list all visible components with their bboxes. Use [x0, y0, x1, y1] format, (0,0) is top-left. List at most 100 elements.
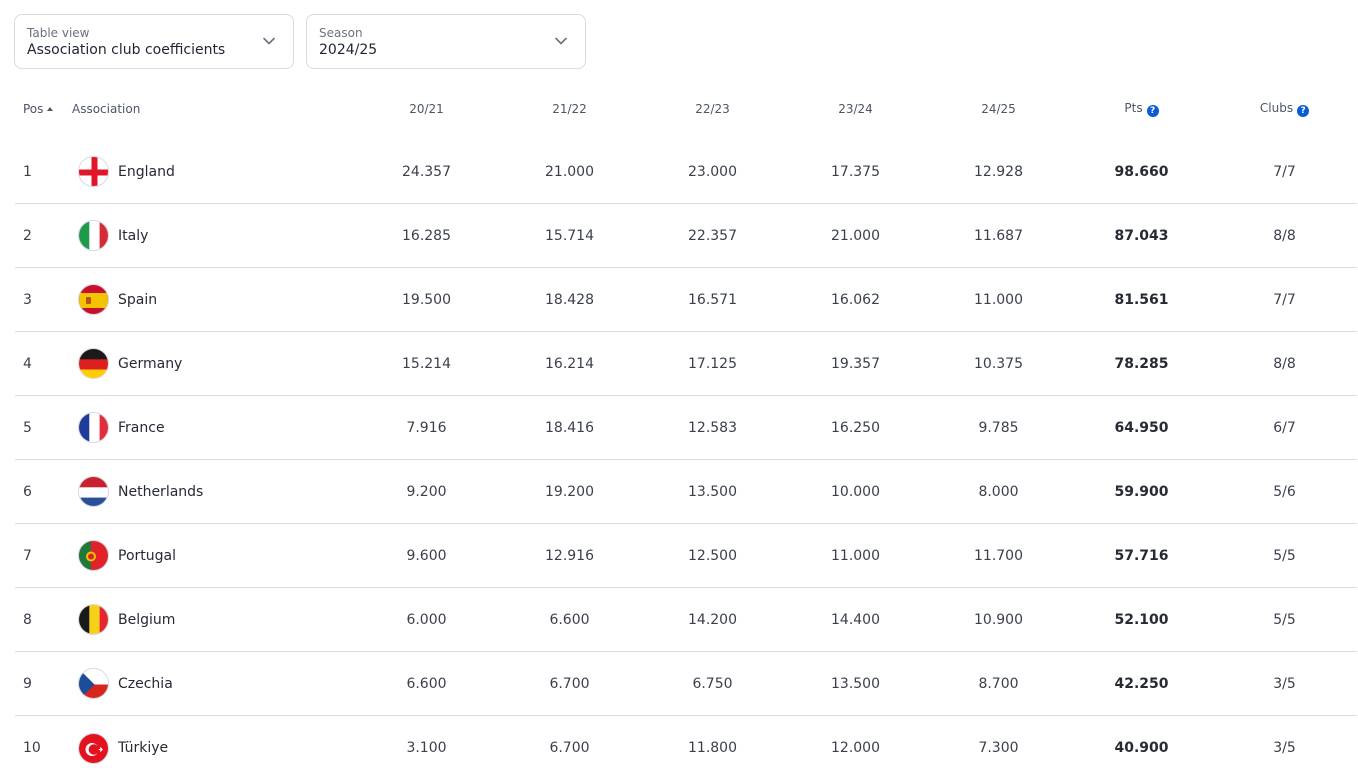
- row-clubs: 7/7: [1273, 291, 1296, 308]
- row-season-2122: 6.700: [549, 740, 590, 756]
- row-season-2324: 19.357: [831, 355, 880, 372]
- association-name[interactable]: England: [118, 164, 175, 180]
- table-row[interactable]: 5 France 7.916 18.416 12.583 16.250 9.78…: [15, 396, 1357, 460]
- col-header-pos[interactable]: Pos: [15, 102, 65, 116]
- col-header-2324[interactable]: 23/24: [784, 102, 927, 116]
- col-header-2122[interactable]: 21/22: [498, 102, 641, 116]
- association-name[interactable]: Czechia: [118, 676, 173, 692]
- row-association[interactable]: France: [65, 412, 355, 443]
- row-clubs: 7/7: [1273, 163, 1296, 180]
- association-name[interactable]: Portugal: [118, 548, 176, 564]
- col-header-pts[interactable]: Pts?: [1070, 101, 1213, 117]
- row-season-2223: 13.500: [688, 483, 737, 500]
- association-name[interactable]: Spain: [118, 292, 157, 308]
- row-season-2122: 19.200: [545, 483, 594, 500]
- row-points: 40.900: [1114, 740, 1169, 756]
- season-value: 2024/25: [319, 42, 378, 58]
- row-position: 9: [23, 675, 32, 692]
- association-name[interactable]: France: [118, 420, 165, 436]
- association-name[interactable]: Netherlands: [118, 484, 203, 500]
- table-row[interactable]: 2 Italy 16.285 15.714 22.357 21.000 11.6…: [15, 204, 1357, 268]
- association-name[interactable]: Türkiye: [118, 740, 168, 756]
- row-season-2425: 7.300: [978, 740, 1019, 756]
- row-position: 2: [23, 227, 32, 244]
- row-season-2021: 16.285: [402, 227, 451, 244]
- row-season-2021: 6.600: [406, 675, 447, 692]
- row-clubs: 3/5: [1273, 675, 1296, 692]
- row-points: 42.250: [1114, 675, 1169, 692]
- row-position: 6: [23, 483, 32, 500]
- row-clubs: 6/7: [1273, 419, 1296, 436]
- row-season-2223: 16.571: [688, 291, 737, 308]
- row-position: 5: [23, 419, 32, 436]
- sort-ascending-icon: [47, 107, 54, 111]
- table-view-label: Table view: [27, 26, 90, 40]
- row-association[interactable]: Germany: [65, 348, 355, 379]
- row-season-2223: 12.583: [688, 419, 737, 436]
- table-row[interactable]: 7 Portugal 9.600 12.916 12.500 11.000 11…: [15, 524, 1357, 588]
- association-name[interactable]: Italy: [118, 228, 148, 244]
- table-view-dropdown[interactable]: Table view Association club coefficients: [14, 14, 294, 69]
- row-season-2324: 11.000: [831, 547, 880, 564]
- row-season-2223: 22.357: [688, 227, 737, 244]
- row-association[interactable]: Türkiye: [65, 732, 355, 764]
- row-season-2425: 12.928: [974, 163, 1023, 180]
- col-header-2021[interactable]: 20/21: [355, 102, 498, 116]
- association-name[interactable]: Belgium: [118, 612, 175, 628]
- season-dropdown[interactable]: Season 2024/25: [306, 14, 586, 69]
- portugal-flag-icon: [78, 540, 109, 571]
- row-season-2122: 6.700: [549, 675, 590, 692]
- england-flag-icon: [78, 156, 109, 187]
- row-points: 64.950: [1114, 419, 1169, 436]
- row-association[interactable]: Czechia: [65, 668, 355, 699]
- row-points: 57.716: [1114, 547, 1169, 564]
- col-header-pos-label: Pos: [23, 102, 44, 116]
- col-header-2223[interactable]: 22/23: [641, 102, 784, 116]
- row-association[interactable]: Portugal: [65, 540, 355, 571]
- row-season-2122: 6.600: [549, 611, 590, 628]
- row-clubs: 3/5: [1273, 740, 1296, 756]
- row-association[interactable]: Belgium: [65, 604, 355, 635]
- table-row[interactable]: 4 Germany 15.214 16.214 17.125 19.357 10…: [15, 332, 1357, 396]
- row-season-2324: 12.000: [831, 740, 880, 756]
- table-row[interactable]: 10 Türkiye 3.100 6.700 11.800 12.000 7.3…: [15, 716, 1357, 779]
- table-row[interactable]: 1 England 24.357 21.000 23.000 17.375 12…: [15, 140, 1357, 204]
- row-season-2021: 9.600: [406, 547, 447, 564]
- filters-bar: Table view Association club coefficients…: [14, 14, 586, 69]
- table-row[interactable]: 8 Belgium 6.000 6.600 14.200 14.400 10.9…: [15, 588, 1357, 652]
- col-header-clubs[interactable]: Clubs?: [1213, 101, 1356, 117]
- table-row[interactable]: 9 Czechia 6.600 6.700 6.750 13.500 8.700…: [15, 652, 1357, 716]
- row-association[interactable]: England: [65, 156, 355, 187]
- row-association[interactable]: Netherlands: [65, 476, 355, 507]
- table-body: 1 England 24.357 21.000 23.000 17.375 12…: [15, 140, 1357, 779]
- row-clubs: 8/8: [1273, 227, 1296, 244]
- row-season-2223: 14.200: [688, 611, 737, 628]
- row-points: 78.285: [1114, 355, 1169, 372]
- netherlands-flag-icon: [78, 476, 109, 507]
- row-clubs: 5/5: [1273, 611, 1296, 628]
- help-icon[interactable]: ?: [1146, 105, 1159, 117]
- row-association[interactable]: Spain: [65, 284, 355, 315]
- col-header-clubs-label: Clubs: [1259, 101, 1294, 115]
- france-flag-icon: [78, 412, 109, 443]
- row-season-2021: 24.357: [402, 163, 451, 180]
- row-position: 1: [23, 163, 32, 180]
- czechia-flag-icon: [78, 668, 109, 699]
- row-position: 10: [23, 740, 41, 756]
- belgium-flag-icon: [78, 604, 109, 635]
- row-season-2425: 10.375: [974, 355, 1023, 372]
- row-points: 52.100: [1114, 611, 1169, 628]
- association-name[interactable]: Germany: [118, 356, 182, 372]
- table-row[interactable]: 3 Spain 19.500 18.428 16.571 16.062 11.0…: [15, 268, 1357, 332]
- chevron-down-icon: [555, 37, 567, 45]
- row-season-2223: 11.800: [688, 740, 737, 756]
- col-header-association[interactable]: Association: [65, 102, 355, 116]
- table-row[interactable]: 6 Netherlands 9.200 19.200 13.500 10.000…: [15, 460, 1357, 524]
- help-icon[interactable]: ?: [1297, 105, 1310, 117]
- table-view-value: Association club coefficients: [27, 42, 226, 58]
- row-points: 81.561: [1114, 291, 1169, 308]
- row-association[interactable]: Italy: [65, 220, 355, 251]
- col-header-2425[interactable]: 24/25: [927, 102, 1070, 116]
- row-position: 7: [23, 547, 32, 564]
- row-season-2223: 23.000: [688, 163, 737, 180]
